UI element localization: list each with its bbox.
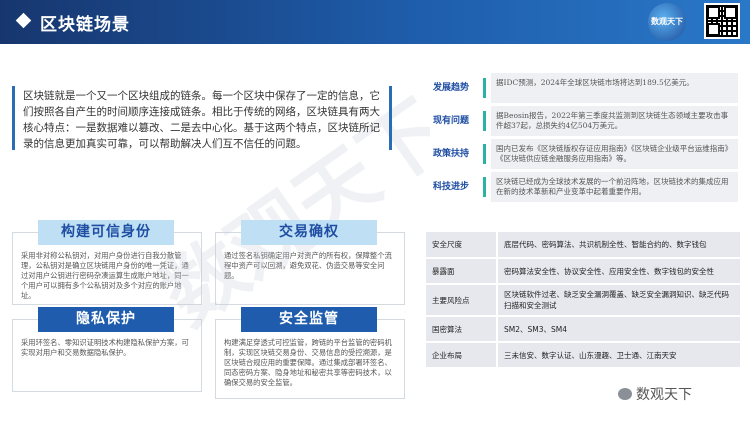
feature-card-identity: 构建可信身份 采用非对称公私钥对，对用户身份进行自我分散管理，公私钥对是确立区块… (12, 220, 202, 310)
feature-card-supervision: 安全监管 构建满足穿透式可控监管，跨链的平台监管的密码机制，实现区块链交易身份、… (215, 307, 405, 399)
page-title: 区块链场景 (40, 15, 130, 35)
feature-title: 隐私保护 (38, 307, 174, 332)
feature-title: 构建可信身份 (38, 220, 174, 245)
table-value: SM2、SM3、SM4 (497, 316, 740, 343)
feature-card-ownership: 交易确权 通过签名私钥确定用户对资产的所有权，保障整个流程中资产可以回溯，避免双… (215, 220, 405, 310)
logo-text: 数观天下 (651, 17, 683, 26)
security-table: 安全尺度 底层代码、密码算法、共识机制全性、智能合约的、数字钱包 暴露面 密码算… (426, 232, 740, 369)
diamond-icon (15, 12, 32, 29)
table-value: 密码算法安全性、协议安全性、应用安全性、数字钱包的安全性 (497, 258, 740, 285)
table-value: 区块链软件过老、缺乏安全漏洞覆盖、缺乏安全漏洞知识、缺乏代码扫描和安全测试 (497, 284, 740, 317)
table-key: 国密算法 (426, 316, 498, 343)
trend-text: 据IDC预测，2024年全球区块链市场将达到189.5亿美元。 (491, 73, 738, 103)
accent-bar (483, 111, 486, 131)
table-row: 国密算法 SM2、SM3、SM4 (426, 316, 740, 343)
trend-row-development: 发展趋势 据IDC预测，2024年全球区块链市场将达到189.5亿美元。 (422, 73, 738, 103)
trend-text: 国内已发布《区块链版权存证应用指南》《区块链企业级平台运维指南》《区块链供应链金… (491, 139, 738, 169)
table-key: 企业布局 (426, 342, 498, 369)
qr-code-icon (704, 3, 740, 39)
trend-row-policy: 政策扶持 国内已发布《区块链版权存证应用指南》《区块链企业级平台运维指南》《区块… (422, 139, 738, 169)
wechat-tag: 数观天下 (618, 384, 692, 404)
wechat-icon (618, 388, 632, 400)
table-value: 三未信安、数字认证、山东漫趣、卫士通、江南天安 (497, 342, 740, 369)
accent-bar (483, 144, 486, 164)
table-key: 主要风险点 (426, 284, 498, 317)
trend-row-tech: 科技进步 区块链已经成为全球技术发展的一个前沿阵地，区块链技术的集成应用在新的技… (422, 172, 738, 202)
accent-bar (483, 78, 486, 98)
wechat-label: 数观天下 (636, 387, 692, 403)
logo-icon: 数观天下 (648, 3, 686, 41)
intro-paragraph: 区块链就是一个又一个区块组成的链条。每一个区块中保存了一定的信息，它们按照各自产… (12, 86, 392, 150)
table-key: 暴露面 (426, 258, 498, 285)
trend-text: 区块链已经成为全球技术发展的一个前沿阵地，区块链技术的集成应用在新的技术革新和产… (491, 172, 738, 202)
trend-label: 政策扶持 (432, 149, 469, 159)
table-row: 暴露面 密码算法安全性、协议安全性、应用安全性、数字钱包的安全性 (426, 258, 740, 285)
table-key: 安全尺度 (426, 232, 498, 259)
trend-text: 据Beosin报告，2022年第三季度共监测到区块链生态领域主要攻击事件超37起… (491, 106, 738, 136)
feature-card-privacy: 隐私保护 采用环签名、零知识证明技术构建隐私保护方案，可实现对用户和交易数据隐私… (12, 307, 202, 397)
feature-title: 交易确权 (241, 220, 377, 245)
accent-bar (483, 177, 486, 197)
trend-label: 现有问题 (432, 116, 469, 126)
feature-title: 安全监管 (241, 307, 377, 332)
trend-row-problems: 现有问题 据Beosin报告，2022年第三季度共监测到区块链生态领域主要攻击事… (422, 106, 738, 136)
table-row: 安全尺度 底层代码、密码算法、共识机制全性、智能合约的、数字钱包 (426, 232, 740, 259)
trend-label: 科技进步 (432, 182, 469, 192)
table-row: 企业布局 三未信安、数字认证、山东漫趣、卫士通、江南天安 (426, 342, 740, 369)
header-bar: 区块链场景 数观天下 (0, 0, 750, 44)
trend-list: 发展趋势 据IDC预测，2024年全球区块链市场将达到189.5亿美元。 现有问… (422, 73, 738, 205)
table-row: 主要风险点 区块链软件过老、缺乏安全漏洞覆盖、缺乏安全漏洞知识、缺乏代码扫描和安… (426, 284, 740, 317)
trend-label: 发展趋势 (432, 83, 469, 93)
table-value: 底层代码、密码算法、共识机制全性、智能合约的、数字钱包 (497, 232, 740, 259)
